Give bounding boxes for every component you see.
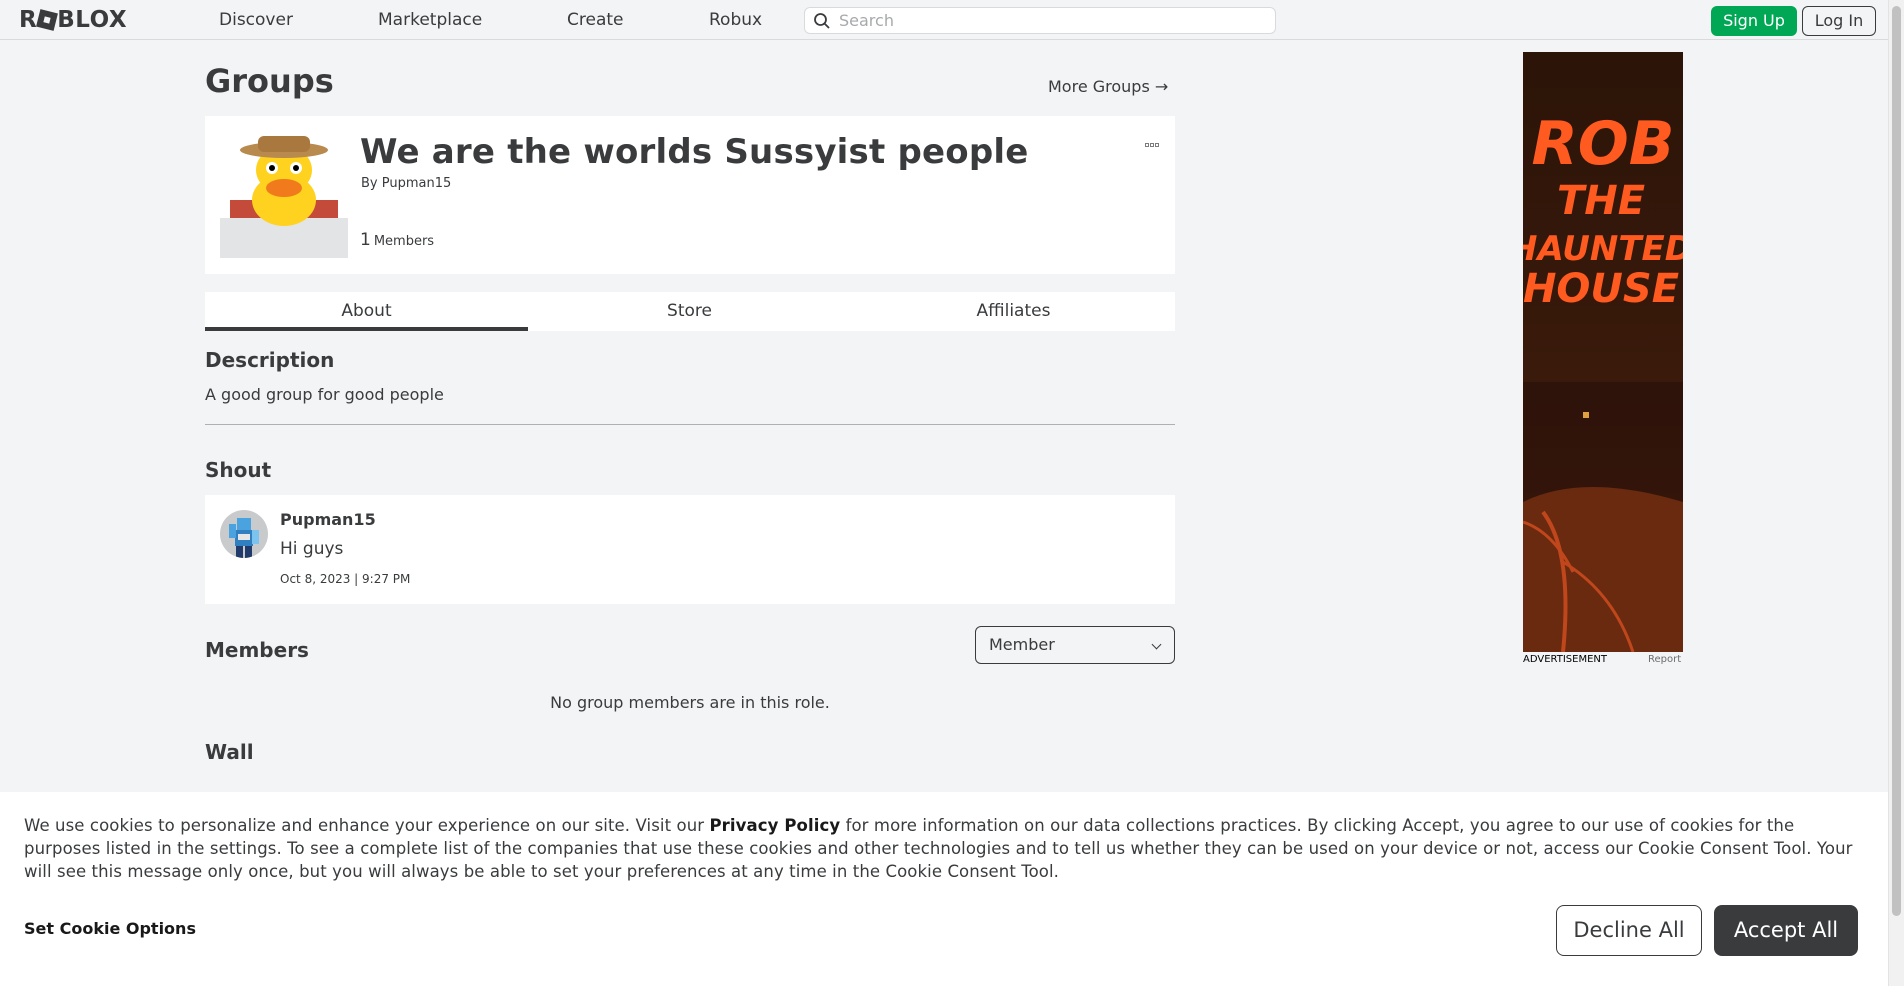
tab-store[interactable]: Store — [528, 292, 851, 331]
log-in-button[interactable]: Log In — [1802, 6, 1876, 36]
privacy-policy-link[interactable]: Privacy Policy — [709, 816, 840, 835]
ad-report-link[interactable]: Report — [1648, 654, 1681, 665]
tab-affiliates[interactable]: Affiliates — [852, 292, 1175, 331]
members-heading: Members — [205, 638, 309, 662]
shout-date: Oct 8, 2023 | 9:27 PM — [280, 572, 411, 586]
nav-marketplace[interactable]: Marketplace — [378, 10, 482, 30]
avatar-figure-icon — [229, 518, 259, 558]
cookie-message: We use cookies to personalize and enhanc… — [24, 814, 1864, 883]
group-name: We are the worlds Sussyist people — [360, 132, 1029, 172]
group-owner-line: By Pupman15 — [361, 176, 451, 191]
ad-line-2: THE — [1557, 178, 1645, 224]
shout-card: Pupman15 Hi guys Oct 8, 2023 | 9:27 PM — [205, 495, 1175, 604]
search-box[interactable] — [804, 7, 1276, 34]
member-count-label: Members — [373, 234, 435, 249]
top-navigation-bar: R BLOX Discover Marketplace Create Robux … — [0, 0, 1888, 40]
nav-create[interactable]: Create — [567, 10, 624, 30]
scrollbar-thumb[interactable] — [1892, 6, 1901, 916]
shout-author[interactable]: Pupman15 — [280, 510, 376, 529]
group-tabs: About Store Affiliates — [205, 292, 1175, 331]
ad-caption: ADVERTISEMENT — [1523, 654, 1608, 665]
roblox-logo[interactable]: R BLOX — [19, 7, 127, 33]
cookie-consent-banner: We use cookies to personalize and enhanc… — [0, 792, 1888, 986]
cookie-text-part-1: We use cookies to personalize and enhanc… — [24, 816, 710, 835]
member-count: 1 Members — [360, 230, 434, 250]
shout-message: Hi guys — [280, 539, 344, 559]
member-count-number: 1 — [360, 230, 371, 250]
group-header-card: We are the worlds Sussyist people By Pup… — [205, 116, 1175, 274]
shout-heading: Shout — [205, 458, 272, 482]
wall-heading: Wall — [205, 740, 254, 764]
owner-prefix: By — [361, 176, 378, 191]
sign-up-button[interactable]: Sign Up — [1711, 6, 1797, 36]
advertisement-banner[interactable]: ROB THE HAUNTED HOUSE — [1523, 52, 1683, 652]
description-heading: Description — [205, 348, 335, 372]
avatar[interactable] — [220, 510, 268, 558]
divider — [205, 424, 1175, 425]
group-emblem — [220, 130, 348, 258]
ad-line-1: ROB — [1532, 109, 1675, 179]
more-groups-link[interactable]: More Groups → — [1048, 77, 1168, 96]
chevron-down-icon — [1151, 639, 1162, 650]
empty-role-message: No group members are in this role. — [550, 693, 830, 712]
rubber-duck-icon — [220, 130, 348, 258]
group-description: A good group for good people — [205, 385, 444, 404]
page-scrollbar[interactable] — [1888, 0, 1904, 986]
tab-about[interactable]: About — [205, 292, 528, 331]
decline-all-button[interactable]: Decline All — [1556, 905, 1702, 956]
more-options-icon[interactable] — [1145, 132, 1165, 147]
nav-discover[interactable]: Discover — [219, 10, 293, 30]
ad-line-3: HAUNTED — [1523, 229, 1683, 269]
ad-artwork: ROB THE HAUNTED HOUSE — [1523, 52, 1683, 652]
page-title: Groups — [205, 62, 334, 100]
search-icon — [814, 13, 830, 29]
nav-robux[interactable]: Robux — [709, 10, 762, 30]
set-cookie-options-link[interactable]: Set Cookie Options — [24, 919, 196, 938]
ad-line-4: HOUSE — [1523, 266, 1679, 312]
search-input[interactable] — [839, 8, 1269, 33]
role-dropdown[interactable]: Member — [975, 626, 1175, 664]
accept-all-button[interactable]: Accept All — [1714, 905, 1858, 956]
owner-link[interactable]: Pupman15 — [382, 176, 452, 191]
role-dropdown-value: Member — [989, 635, 1055, 654]
